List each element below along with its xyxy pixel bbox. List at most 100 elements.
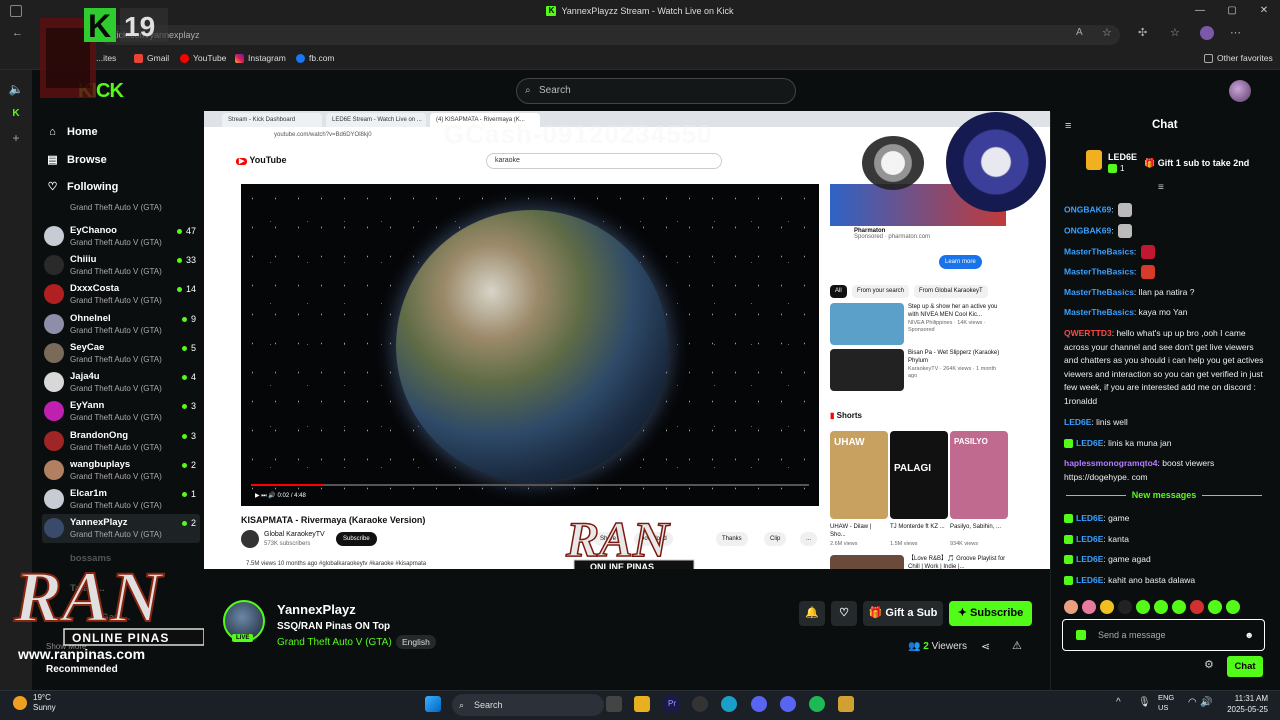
nav-browse[interactable]: ▤ Browse (46, 153, 106, 167)
channel-viewers: 2 (182, 518, 196, 528)
task-view-icon[interactable] (606, 696, 622, 712)
chat-username[interactable]: haplessmonogramqto4 (1064, 458, 1158, 468)
chat-username[interactable]: MasterTheBasics (1064, 246, 1134, 256)
chat-username[interactable]: LED6E (1076, 438, 1103, 448)
user-avatar[interactable] (1229, 80, 1251, 102)
follow-button[interactable]: ♡ (831, 601, 857, 626)
sidebar-channel[interactable]: Elcar1m Grand Theft Auto V (GTA) 1 (42, 485, 200, 514)
extensions-icon[interactable]: ✣ (1138, 26, 1147, 39)
mic-icon[interactable]: 🎙 (1138, 697, 1151, 708)
sidebar-channel[interactable]: SeyCae Grand Theft Auto V (GTA) 5 (42, 339, 200, 368)
kick-tab-icon[interactable]: K (0, 108, 32, 119)
bookmark-youtube[interactable]: YouTube (180, 53, 226, 63)
chat-message-input[interactable]: Send a message ☻ (1062, 619, 1265, 651)
close-button[interactable]: ✕ (1248, 0, 1280, 22)
address-bar[interactable]: kick.com/yannexplayz (100, 25, 1120, 45)
emote-icon[interactable] (1226, 600, 1240, 614)
chat-username[interactable]: MasterTheBasics (1064, 307, 1134, 317)
sidebar-channel[interactable]: EyYann Grand Theft Auto V (GTA) 3 (42, 397, 200, 426)
nav-home[interactable]: ⌂ Home (46, 126, 97, 138)
sidebar-channel[interactable]: EyChanoo Grand Theft Auto V (GTA) 47 (42, 222, 200, 251)
short-views: 934K views (950, 541, 979, 547)
taskbar-search[interactable]: ⌕ Search (452, 694, 604, 716)
favorites-icon[interactable]: ☆ (1170, 26, 1180, 39)
emote-icon[interactable] (1154, 600, 1168, 614)
chat-username[interactable]: LED6E (1076, 513, 1103, 523)
add-tab-icon[interactable]: + (0, 131, 32, 145)
stream-language-tag[interactable]: English (396, 635, 436, 649)
nav-following[interactable]: ♡ Following (46, 180, 119, 194)
report-warning-icon[interactable]: ⚠ (1012, 639, 1022, 652)
subscribe-button[interactable]: ✦ Subscribe (949, 601, 1032, 626)
emote-icon[interactable] (1172, 600, 1186, 614)
chat-username[interactable]: ONGBAK69 (1064, 204, 1111, 214)
edge-icon[interactable] (721, 696, 737, 712)
read-aloud-icon[interactable]: A (1076, 27, 1083, 38)
youtube-wordmark: YouTube (249, 155, 287, 165)
chat-username[interactable]: LED6E (1064, 417, 1091, 427)
start-windows-icon[interactable] (425, 696, 441, 712)
favorite-star-icon[interactable]: ☆ (1102, 26, 1112, 39)
notification-bell-button[interactable]: 🔔 (799, 601, 825, 626)
premiere-icon[interactable]: Pr (664, 696, 680, 712)
stream-category[interactable]: Grand Theft Auto V (GTA) (277, 637, 392, 648)
discord-icon[interactable] (751, 696, 767, 712)
emote-icon[interactable] (1064, 600, 1078, 614)
tray-chevron-icon[interactable]: ^ (1116, 697, 1121, 708)
chat-send-button[interactable]: Chat (1227, 656, 1263, 677)
speaker-icon[interactable]: 🔈 (0, 82, 32, 96)
chat-username[interactable]: QWERTTD3 (1064, 328, 1112, 338)
gift-sub-prompt[interactable]: 🎁 Gift 1 sub to take 2nd (1144, 158, 1249, 169)
sidebar-channel[interactable]: Chiiiu Grand Theft Auto V (GTA) 33 (42, 251, 200, 280)
collapse-chat-icon[interactable]: ≡ (1065, 120, 1071, 132)
emote-icon[interactable] (1082, 600, 1096, 614)
share-icon[interactable]: ⋖ (981, 640, 990, 653)
gift-sub-button[interactable]: 🎁 Gift a Sub (863, 601, 943, 626)
emote-icon[interactable] (1190, 600, 1204, 614)
back-icon[interactable]: ← (12, 27, 23, 39)
sidebar-channel[interactable]: YannexPlayz Grand Theft Auto V (GTA) 2 (42, 514, 200, 543)
rec-sub: KaraokeyTV · 264K views · 1 month ago (908, 366, 997, 379)
chat-username[interactable]: ONGBAK69 (1064, 225, 1111, 235)
menu-dots-icon[interactable]: ⋯ (1230, 26, 1241, 39)
obs-icon[interactable] (692, 696, 708, 712)
chat-menu-icon[interactable]: ≡ (1158, 182, 1164, 193)
sidebar-channel[interactable]: wangbuplays Grand Theft Auto V (GTA) 2 (42, 456, 200, 485)
sidebar-channel[interactable]: Jaja4u Grand Theft Auto V (GTA) 4 (42, 368, 200, 397)
chat-username[interactable]: LED6E (1076, 534, 1103, 544)
sidebar-channel[interactable]: Grand Theft Auto V (GTA) (42, 195, 200, 217)
spotify-icon[interactable] (809, 696, 825, 712)
sidebar-channel[interactable]: DxxxCosta Grand Theft Auto V (GTA) 14 (42, 280, 200, 309)
kick-search-input[interactable]: ⌕ Search (516, 78, 796, 104)
emoji-picker-icon[interactable]: ☻ (1245, 620, 1254, 650)
chat-username[interactable]: MasterTheBasics (1064, 266, 1134, 276)
weather-widget[interactable]: 19°C Sunny (33, 693, 56, 713)
overlay-counter: 19 (124, 11, 155, 42)
streamer-name[interactable]: YannexPlayz (277, 602, 356, 617)
profile-icon[interactable] (1200, 26, 1214, 40)
chat-username[interactable]: MasterTheBasics (1064, 287, 1134, 297)
stream-player[interactable]: Stream - Kick Dashboard LED6E Stream - W… (204, 111, 1050, 569)
volume-icon[interactable]: 🔊 (1200, 697, 1212, 708)
sidebar-channel[interactable]: Ohnelnel Grand Theft Auto V (GTA) 9 (42, 310, 200, 339)
taskbar-clock[interactable]: 11:31 AM 2025-05-25 (1216, 693, 1268, 715)
chat-username[interactable]: LED6E (1076, 575, 1103, 585)
emote-icon[interactable] (1100, 600, 1114, 614)
sidebar-channel[interactable]: BrandonOng Grand Theft Auto V (GTA) 3 (42, 427, 200, 456)
app-icon[interactable] (838, 696, 854, 712)
emote-icon[interactable] (1208, 600, 1222, 614)
bookmark-facebook[interactable]: fb.com (296, 53, 335, 63)
rec-thumbnail (830, 303, 904, 345)
minimize-button[interactable]: — (1184, 0, 1216, 22)
chat-username[interactable]: LED6E (1076, 554, 1103, 564)
chat-settings-gear-icon[interactable]: ⚙ (1204, 658, 1214, 671)
maximize-button[interactable]: ▢ (1216, 0, 1248, 22)
discord-icon[interactable] (780, 696, 796, 712)
bookmark-instagram[interactable]: Instagram (235, 53, 286, 63)
input-language[interactable]: ENG US (1158, 693, 1174, 713)
file-explorer-icon[interactable] (634, 696, 650, 712)
wifi-icon[interactable]: ◠ (1188, 697, 1197, 708)
emote-icon[interactable] (1118, 600, 1132, 614)
emote-icon[interactable] (1136, 600, 1150, 614)
bookmark-other-favorites[interactable]: Other favorites (1204, 53, 1273, 63)
